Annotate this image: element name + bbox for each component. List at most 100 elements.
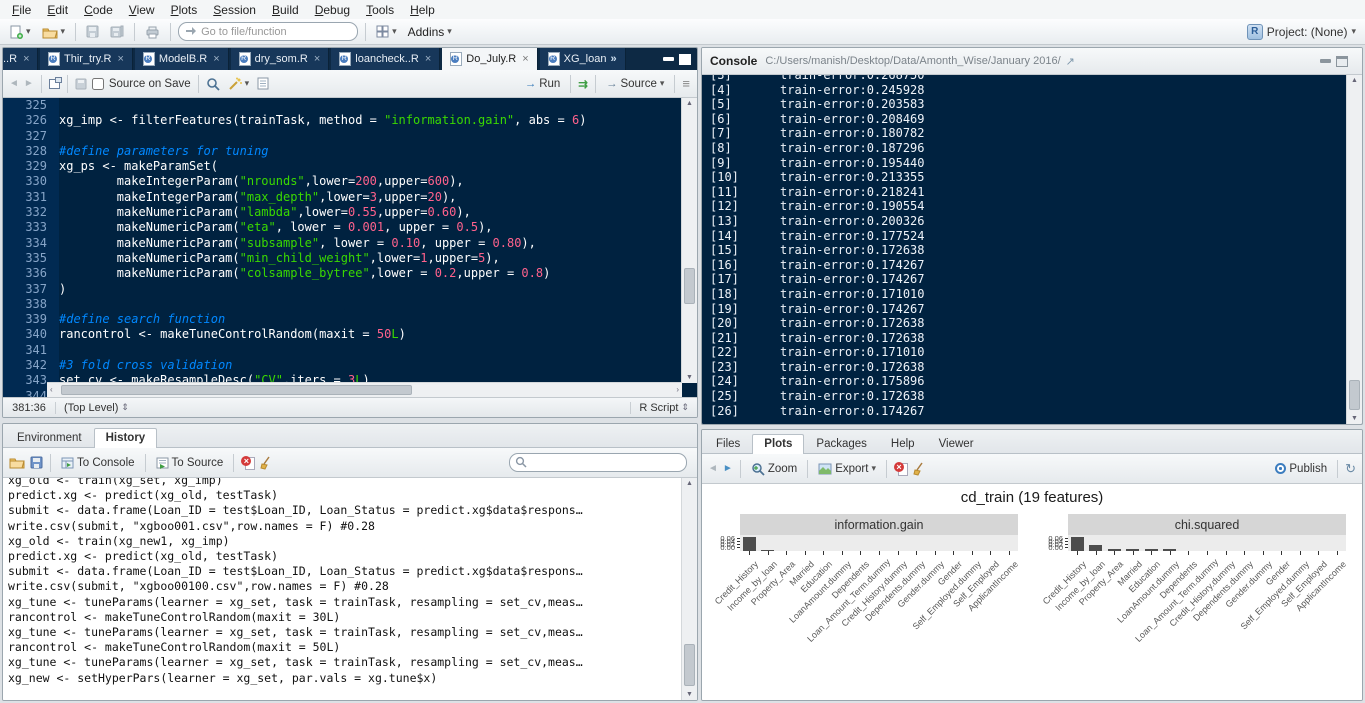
scrollbar-thumb[interactable] [684,268,695,304]
minimize-icon[interactable] [663,57,674,61]
menu-file[interactable]: File [4,1,39,19]
history-entry[interactable]: write.csv(submit, "xgboo00100.csv",row.n… [8,579,697,594]
editor-horizontal-scrollbar[interactable]: ‹ › [47,382,682,397]
save-button[interactable] [83,23,102,40]
console-output[interactable]: [3]train-error:0.268750[4]train-error:0.… [702,75,1362,424]
new-file-dropdown[interactable]: ▾ [26,26,31,37]
history-entry[interactable]: rancontrol <- makeTuneControlRandom(maxi… [8,610,697,625]
tab-overflow-icon[interactable]: » [610,53,616,65]
menu-code[interactable]: Code [76,1,121,19]
history-entry[interactable]: xg_tune <- tuneParams(learner = xg_set, … [8,625,697,640]
zoom-plot-button[interactable]: Zoom [748,460,800,478]
addins-button[interactable]: Addins ▾ [405,23,455,41]
scrollbar-thumb[interactable] [61,385,412,395]
menu-help[interactable]: Help [402,1,443,19]
scrollbar-thumb[interactable] [1349,380,1360,410]
scroll-left-icon[interactable]: ‹ [50,385,53,394]
scroll-up-icon[interactable]: ▲ [686,478,693,489]
history-entry[interactable]: xg_tune <- tuneParams(learner = xg_set, … [8,655,697,670]
close-icon[interactable]: × [117,53,123,65]
save-history-icon[interactable] [30,456,43,469]
doc-type-selector[interactable]: R Script ⇕ [630,402,697,414]
rerun-icon[interactable]: ⇉ [578,77,588,91]
history-entry[interactable]: rancontrol <- makeTuneControlRandom(maxi… [8,640,697,655]
tab-plots[interactable]: Plots [752,434,804,454]
history-entry[interactable]: write.csv(submit, "xgboo001.csv",row.nam… [8,519,697,534]
save-all-button[interactable] [107,23,127,40]
history-entry[interactable]: predict.xg <- predict(xg_old, testTask) [8,549,697,564]
menu-view[interactable]: View [121,1,163,19]
history-entry[interactable]: xg_old <- train(xg_new1, xg_imp) [8,534,697,549]
popout-icon[interactable] [49,79,60,89]
close-icon[interactable]: × [425,53,431,65]
source-tab-dry-som-r[interactable]: Rdry_som.R× [231,48,330,70]
maximize-icon[interactable] [1336,56,1348,67]
menu-plots[interactable]: Plots [163,1,206,19]
open-file-dropdown[interactable]: ▾ [61,26,66,37]
menu-build[interactable]: Build [264,1,307,19]
code-tools-button[interactable]: ▾ [225,75,253,93]
clear-plots-broom-icon[interactable] [912,462,927,476]
code-editor[interactable]: 325 326xg_imp <- filterFeatures(trainTas… [3,98,697,397]
forward-icon[interactable]: ► [24,78,34,89]
run-button[interactable]: → Run [522,76,564,92]
menu-debug[interactable]: Debug [307,1,358,19]
history-entry[interactable]: submit <- data.frame(Loan_ID = test$Loan… [8,503,697,518]
scroll-up-icon[interactable]: ▲ [1351,75,1358,86]
scroll-up-icon[interactable]: ▲ [686,98,693,109]
new-file-button[interactable]: ▾ [6,23,34,41]
scroll-down-icon[interactable]: ▼ [686,689,693,700]
tab-environment[interactable]: Environment [5,428,94,448]
source-on-save-checkbox[interactable] [92,78,104,90]
export-plot-button[interactable]: Export ▾ [815,461,879,477]
history-entry[interactable]: xg_new <- setHyperPars(learner = xg_set,… [8,671,697,686]
source-tab-loancheck-r[interactable]: Rloancheck..R× [331,48,440,70]
close-icon[interactable]: × [314,53,320,65]
scrollbar-thumb[interactable] [684,644,695,686]
close-icon[interactable]: × [522,53,528,65]
save-icon[interactable] [75,78,87,90]
document-outline-icon[interactable]: ≡ [682,76,691,91]
close-icon[interactable]: × [213,53,219,65]
history-entry[interactable]: xg_tune <- tuneParams(learner = xg_set, … [8,595,697,610]
tab-packages[interactable]: Packages [804,434,879,454]
open-history-icon[interactable] [9,456,25,469]
print-button[interactable] [142,23,163,41]
source-tab-thir-try-r[interactable]: RThir_try.R× [40,48,133,70]
source-tab-do-july-r[interactable]: RDo_July.R× [442,48,537,70]
scope-selector[interactable]: (Top Level) ⇕ [56,402,137,414]
clear-history-broom-icon[interactable] [259,456,274,470]
maximize-icon[interactable] [679,54,691,65]
refresh-plot-icon[interactable]: ↻ [1345,461,1356,477]
tab-files[interactable]: Files [704,434,752,454]
to-console-button[interactable]: To Console [58,455,138,471]
scroll-down-icon[interactable]: ▼ [1351,413,1358,424]
publish-button[interactable]: Publish [1272,461,1330,477]
source-tab-xg-loan[interactable]: RXG_loan» [540,48,626,70]
console-vertical-scrollbar[interactable]: ▲ ▼ [1346,75,1362,424]
tab-viewer[interactable]: Viewer [927,434,986,454]
menu-tools[interactable]: Tools [358,1,402,19]
history-list[interactable]: xg_old <- train(xg_set, xg_imp)predict.x… [3,478,697,700]
scroll-down-icon[interactable]: ▼ [686,372,693,383]
remove-plot-icon[interactable] [894,462,907,475]
menu-session[interactable]: Session [205,1,264,19]
tab-history[interactable]: History [94,428,158,448]
scroll-right-icon[interactable]: › [676,385,679,394]
addins-grid-button[interactable]: ▾ [373,23,400,40]
history-entry[interactable]: xg_old <- train(xg_set, xg_imp) [8,478,697,488]
next-plot-icon[interactable]: ► [723,463,733,474]
minimize-icon[interactable] [1320,59,1331,63]
tab-help[interactable]: Help [879,434,927,454]
back-icon[interactable]: ◄ [9,78,19,89]
to-source-button[interactable]: To Source [153,455,227,471]
grid-dropdown[interactable]: ▾ [392,26,397,37]
remove-entries-icon[interactable] [241,456,254,469]
history-entry[interactable]: predict.xg <- predict(xg_old, testTask) [8,488,697,503]
source-tab-r[interactable]: ..R× [2,48,38,70]
compile-notebook-icon[interactable] [257,77,269,90]
goto-file-input[interactable] [178,22,358,41]
editor-vertical-scrollbar[interactable]: ▲ ▼ [681,98,697,383]
source-tab-modelb-r[interactable]: RModelB.R× [135,48,229,70]
previous-plot-icon[interactable]: ◄ [708,463,718,474]
